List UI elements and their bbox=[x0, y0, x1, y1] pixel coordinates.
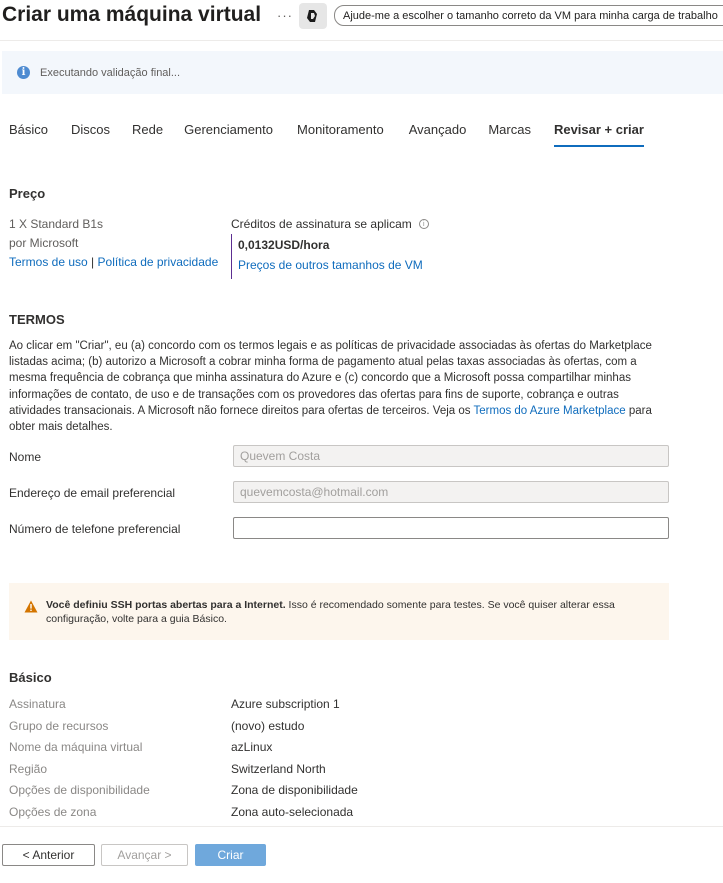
more-options-icon[interactable]: ··· bbox=[277, 8, 293, 23]
warning-icon bbox=[24, 600, 38, 613]
tab-monitoramento[interactable]: Monitoramento bbox=[297, 122, 384, 147]
ssh-warning-banner: Você definiu SSH portas abertas para a I… bbox=[9, 583, 669, 640]
price-section-title: Preço bbox=[9, 186, 46, 201]
tab-revisar-criar[interactable]: Revisar + criar bbox=[553, 122, 644, 147]
summary-label-resource-group: Grupo de recursos bbox=[9, 719, 109, 733]
name-field: Quevem Costa bbox=[233, 445, 669, 467]
copilot-icon bbox=[307, 10, 317, 22]
credits-label-row: Créditos de assinatura se aplicam i bbox=[231, 217, 429, 231]
product-name: 1 X Standard B1s bbox=[9, 217, 104, 231]
summary-label-availability: Opções de disponibilidade bbox=[9, 783, 150, 797]
tab-gerenciamento[interactable]: Gerenciamento bbox=[184, 122, 273, 147]
email-field: quevemcosta@hotmail.com bbox=[233, 481, 669, 503]
azure-marketplace-terms-link[interactable]: Termos do Azure Marketplace bbox=[474, 405, 626, 417]
tab-basico[interactable]: Básico bbox=[9, 122, 48, 147]
summary-label-subscription: Assinatura bbox=[9, 697, 66, 711]
product-vendor: por Microsoft bbox=[9, 236, 79, 250]
tab-avancado[interactable]: Avançado bbox=[409, 122, 467, 147]
credits-label: Créditos de assinatura se aplicam bbox=[231, 217, 412, 231]
wizard-tabs: Básico Discos Rede Gerenciamento Monitor… bbox=[9, 122, 644, 147]
terms-text: Ao clicar em "Criar", eu (a) concordo co… bbox=[9, 338, 659, 435]
vm-size-help-button[interactable]: Ajude-me a escolher o tamanho correto da… bbox=[334, 5, 723, 26]
terms-of-use-link[interactable]: Termos de uso bbox=[9, 255, 88, 269]
summary-label-region: Região bbox=[9, 762, 48, 776]
info-icon: i bbox=[17, 66, 30, 79]
privacy-policy-link[interactable]: Política de privacidade bbox=[98, 255, 219, 269]
summary-label-vm-name: Nome da máquina virtual bbox=[9, 740, 143, 754]
terms-section-title: TERMOS bbox=[9, 312, 65, 327]
other-sizes-price-link[interactable]: Preços de outros tamanhos de VM bbox=[238, 258, 423, 272]
create-button[interactable]: Criar bbox=[195, 844, 266, 866]
summary-value-region: Switzerland North bbox=[231, 762, 326, 776]
header-divider bbox=[0, 40, 723, 41]
email-label: Endereço de email preferencial bbox=[9, 486, 176, 500]
price-product-info: 1 X Standard B1s por Microsoft Termos de… bbox=[9, 215, 218, 272]
warning-bold-text: Você definiu SSH portas abertas para a I… bbox=[46, 599, 286, 611]
summary-label-zone: Opções de zona bbox=[9, 805, 97, 819]
price-value: 0,0132USD/hora bbox=[238, 238, 330, 252]
phone-label: Número de telefone preferencial bbox=[9, 522, 181, 536]
summary-value-zone: Zona auto-selecionada bbox=[231, 805, 354, 819]
summary-value-vm-name: azLinux bbox=[231, 740, 273, 754]
tab-marcas[interactable]: Marcas bbox=[488, 122, 531, 147]
validation-banner: i Executando validação final... bbox=[2, 51, 723, 94]
previous-button[interactable]: < Anterior bbox=[2, 844, 95, 866]
validation-text: Executando validação final... bbox=[40, 66, 181, 79]
warning-text: Você definiu SSH portas abertas para a I… bbox=[46, 598, 646, 626]
tab-discos[interactable]: Discos bbox=[71, 122, 110, 147]
next-button[interactable]: Avançar > bbox=[101, 844, 188, 866]
name-label: Nome bbox=[9, 450, 42, 464]
credits-info-icon[interactable]: i bbox=[418, 219, 429, 229]
basics-summary-title: Básico bbox=[9, 670, 52, 685]
phone-field[interactable] bbox=[233, 517, 669, 539]
summary-value-availability: Zona de disponibilidade bbox=[231, 783, 358, 797]
price-accent-bar bbox=[231, 234, 232, 279]
summary-value-resource-group: (novo) estudo bbox=[231, 719, 305, 733]
footer-divider bbox=[0, 826, 723, 827]
summary-value-subscription: Azure subscription 1 bbox=[231, 697, 340, 711]
tab-rede[interactable]: Rede bbox=[132, 122, 163, 147]
link-separator: | bbox=[91, 255, 95, 269]
page-title: Criar uma máquina virtual bbox=[2, 3, 262, 26]
copilot-button[interactable] bbox=[299, 3, 327, 29]
